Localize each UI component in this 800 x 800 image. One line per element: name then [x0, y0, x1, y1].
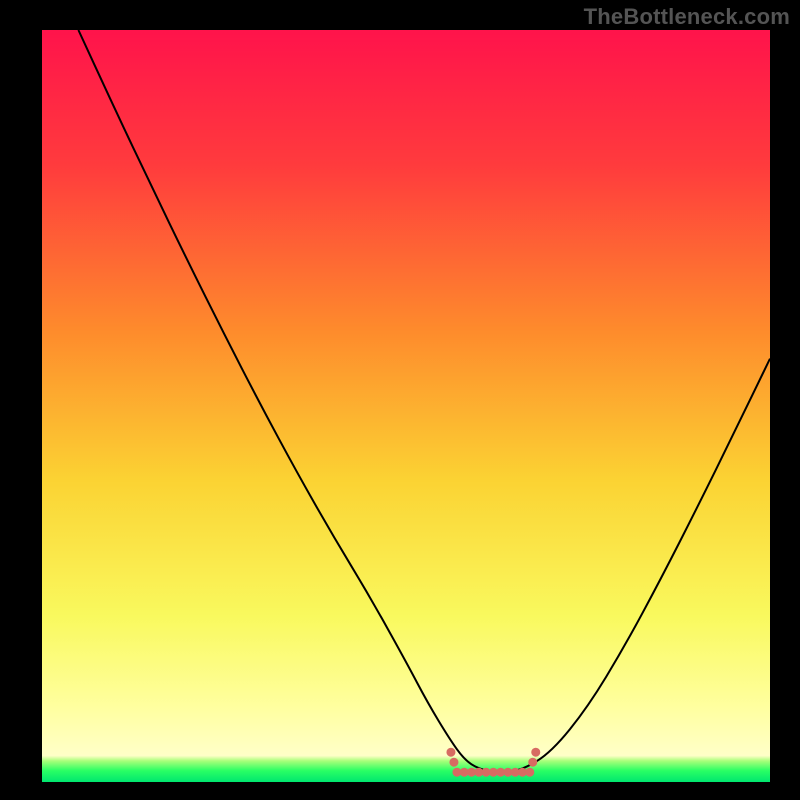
gradient-background — [42, 30, 770, 782]
bottleneck-chart — [0, 0, 800, 800]
chart-frame: TheBottleneck.com — [0, 0, 800, 800]
watermark-text: TheBottleneck.com — [584, 4, 790, 30]
